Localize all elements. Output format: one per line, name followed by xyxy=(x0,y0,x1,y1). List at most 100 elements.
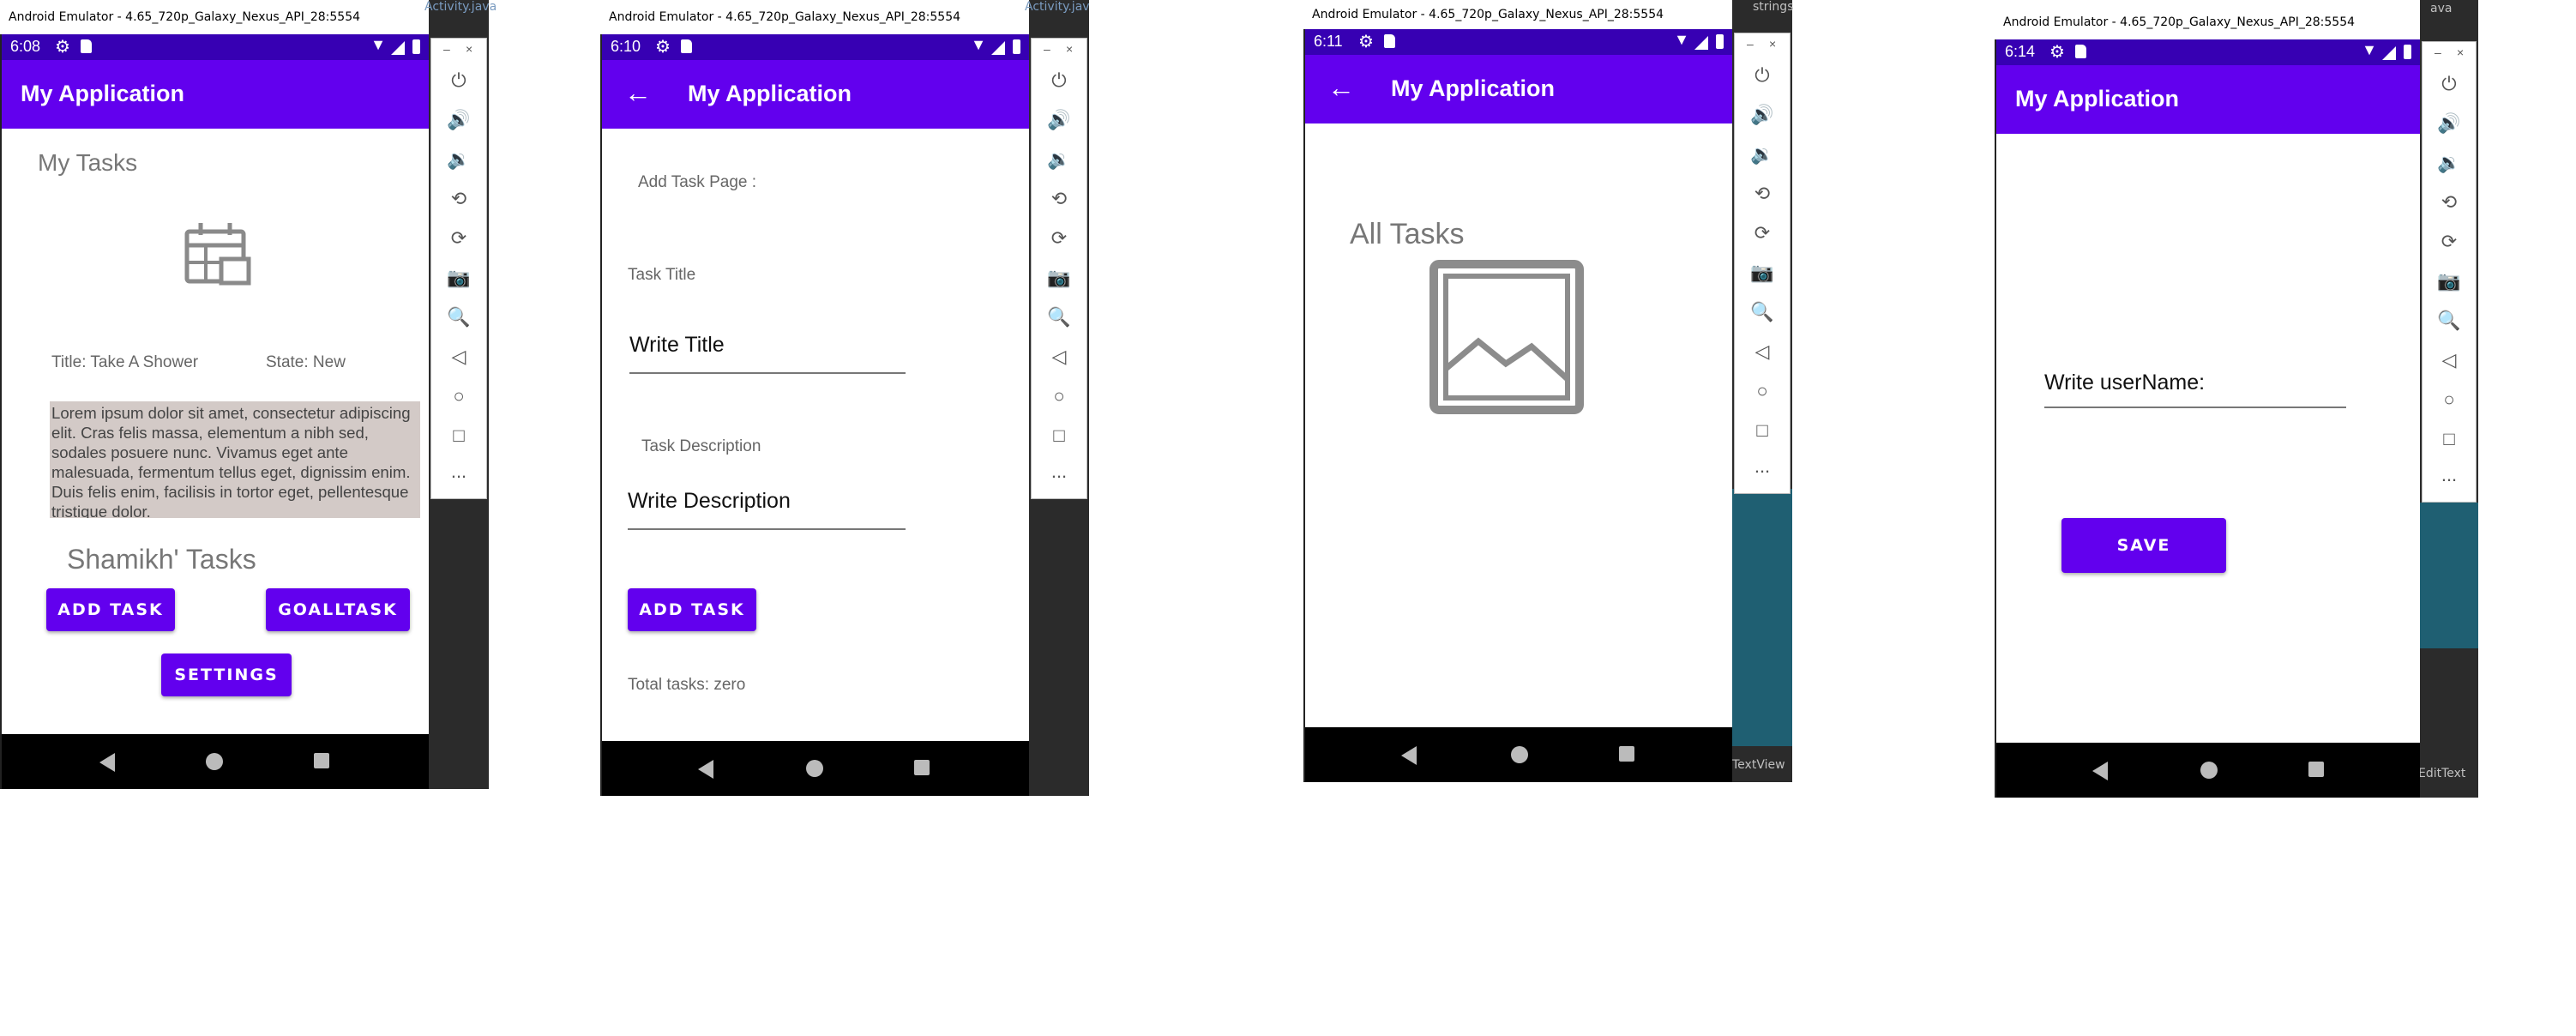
volume-down-icon[interactable]: 🔉 xyxy=(1032,148,1086,171)
volume-down-icon[interactable]: 🔉 xyxy=(1735,143,1790,166)
zoom-icon[interactable]: 🔍 xyxy=(1032,306,1086,328)
back-icon[interactable] xyxy=(2092,762,2108,780)
back-icon[interactable]: ◁ xyxy=(431,346,486,368)
volume-down-icon[interactable]: 🔉 xyxy=(2423,152,2476,174)
minimize-icon[interactable]: – xyxy=(1747,37,1754,51)
home-icon[interactable] xyxy=(806,760,823,777)
power-icon[interactable]: ⏻ xyxy=(1032,69,1086,92)
home-icon[interactable]: ○ xyxy=(431,385,486,407)
sd-card-icon xyxy=(2075,45,2086,58)
home-icon[interactable] xyxy=(2200,762,2218,779)
back-icon[interactable]: ◁ xyxy=(1032,346,1086,368)
power-icon[interactable]: ⏻ xyxy=(1735,64,1790,87)
back-arrow-icon[interactable]: ← xyxy=(624,77,652,109)
app-title: My Application xyxy=(2015,86,2180,111)
camera-icon[interactable]: 📷 xyxy=(1032,267,1086,289)
back-icon[interactable]: ◁ xyxy=(2423,349,2476,371)
home-icon[interactable]: ○ xyxy=(1735,380,1790,402)
overview-icon[interactable]: □ xyxy=(2423,428,2476,450)
rotate-right-icon[interactable]: ⟳ xyxy=(2423,231,2476,253)
more-icon[interactable]: ... xyxy=(1032,461,1086,483)
overview-icon[interactable] xyxy=(314,753,329,768)
phone-screen: 6:14 ⚙ ▼ My Application Write userName: … xyxy=(1995,39,2420,798)
emulator-window-4: Android Emulator - 4.65_720p_Galaxy_Nexu… xyxy=(1995,0,2478,798)
camera-icon[interactable]: 📷 xyxy=(431,267,486,289)
zoom-icon[interactable]: 🔍 xyxy=(2423,310,2476,332)
rotate-right-icon[interactable]: ⟳ xyxy=(431,227,486,250)
image-placeholder-icon xyxy=(1429,260,1584,414)
back-icon[interactable] xyxy=(1401,746,1417,765)
sd-card-icon xyxy=(1384,34,1395,48)
battery-icon xyxy=(2404,45,2411,59)
window-controls: – × xyxy=(2423,45,2476,63)
rotate-left-icon[interactable]: ⟲ xyxy=(1032,188,1086,210)
back-arrow-icon[interactable]: ← xyxy=(1327,72,1355,104)
home-icon[interactable] xyxy=(206,753,223,770)
overview-icon[interactable] xyxy=(914,760,930,775)
phone-screen: 6:10 ⚙ ▼ ← My Application Add Task Page … xyxy=(600,34,1029,796)
sd-card-icon xyxy=(81,39,92,53)
back-icon[interactable] xyxy=(698,760,713,779)
camera-icon[interactable]: 📷 xyxy=(2423,270,2476,292)
window-controls: – × xyxy=(431,42,486,59)
emulator-side-panel: – × ⏻ 🔊 🔉 ⟲ ⟳ 📷 🔍 ◁ ○ □ ... xyxy=(1031,38,1087,499)
home-icon[interactable] xyxy=(1511,746,1528,763)
volume-down-icon[interactable]: 🔉 xyxy=(431,148,486,171)
username-input[interactable]: Write userName: xyxy=(2044,370,2346,408)
overview-icon[interactable]: □ xyxy=(1735,419,1790,442)
minimize-icon[interactable]: – xyxy=(1044,42,1050,56)
task-description-input[interactable]: Write Description xyxy=(628,489,906,530)
rotate-left-icon[interactable]: ⟲ xyxy=(1735,183,1790,205)
gear-icon: ⚙ xyxy=(655,38,671,57)
save-button[interactable]: SAVE xyxy=(2061,518,2226,573)
rotate-left-icon[interactable]: ⟲ xyxy=(2423,191,2476,214)
volume-up-icon[interactable]: 🔊 xyxy=(1735,104,1790,126)
back-icon[interactable]: ◁ xyxy=(1735,340,1790,363)
more-icon[interactable]: ... xyxy=(431,461,486,483)
emulator-window-2: Android Emulator - 4.65_720p_Galaxy_Nexu… xyxy=(600,0,1090,796)
camera-icon[interactable]: 📷 xyxy=(1735,262,1790,284)
close-icon[interactable]: × xyxy=(2457,45,2464,59)
signal-icon xyxy=(1694,36,1708,50)
volume-up-icon[interactable]: 🔊 xyxy=(2423,112,2476,135)
rotate-left-icon[interactable]: ⟲ xyxy=(431,188,486,210)
emulator-title: Android Emulator - 4.65_720p_Galaxy_Nexu… xyxy=(0,0,429,34)
power-icon[interactable]: ⏻ xyxy=(2423,73,2476,95)
back-icon[interactable] xyxy=(99,753,115,772)
power-icon[interactable]: ⏻ xyxy=(431,69,486,92)
more-icon[interactable]: ... xyxy=(1735,455,1790,478)
minimize-icon[interactable]: – xyxy=(2435,45,2441,59)
volume-up-icon[interactable]: 🔊 xyxy=(431,109,486,131)
overview-icon[interactable]: □ xyxy=(431,425,486,447)
overview-icon[interactable]: □ xyxy=(1032,425,1086,447)
zoom-icon[interactable]: 🔍 xyxy=(431,306,486,328)
add-task-button[interactable]: ADD TASK xyxy=(628,588,756,631)
close-icon[interactable]: × xyxy=(1769,37,1776,51)
more-icon[interactable]: ... xyxy=(2423,464,2476,486)
emulator-title: Android Emulator - 4.65_720p_Galaxy_Nexu… xyxy=(1303,0,1732,29)
close-icon[interactable]: × xyxy=(1066,42,1073,56)
zoom-icon[interactable]: 🔍 xyxy=(1735,301,1790,323)
all-tasks-button[interactable]: GOALLTASK xyxy=(266,588,410,631)
overview-icon[interactable] xyxy=(1619,746,1634,762)
home-icon[interactable]: ○ xyxy=(2423,388,2476,411)
app-title: My Application xyxy=(688,81,852,106)
app-title: My Application xyxy=(21,81,185,106)
close-icon[interactable]: × xyxy=(466,42,472,56)
emulator-side-panel: – × ⏻ 🔊 🔉 ⟲ ⟳ 📷 🔍 ◁ ○ □ ... xyxy=(1734,33,1791,494)
overview-icon[interactable] xyxy=(2308,762,2324,777)
wifi-icon: ▼ xyxy=(1674,31,1689,48)
add-task-button[interactable]: ADD TASK xyxy=(46,588,175,631)
user-tasks-heading: Shamikh' Tasks xyxy=(67,544,256,575)
emulator-window-1: Android Emulator - 4.65_720p_Galaxy_Nexu… xyxy=(0,0,497,789)
minimize-icon[interactable]: – xyxy=(443,42,450,56)
battery-icon xyxy=(412,39,420,54)
page-heading: All Tasks xyxy=(1350,218,1465,250)
rotate-right-icon[interactable]: ⟳ xyxy=(1032,227,1086,250)
volume-up-icon[interactable]: 🔊 xyxy=(1032,109,1086,131)
home-icon[interactable]: ○ xyxy=(1032,385,1086,407)
settings-button[interactable]: SETTINGS xyxy=(161,654,292,696)
nav-bar xyxy=(1996,743,2420,798)
rotate-right-icon[interactable]: ⟳ xyxy=(1735,222,1790,244)
task-title-input[interactable]: Write Title xyxy=(629,333,906,374)
